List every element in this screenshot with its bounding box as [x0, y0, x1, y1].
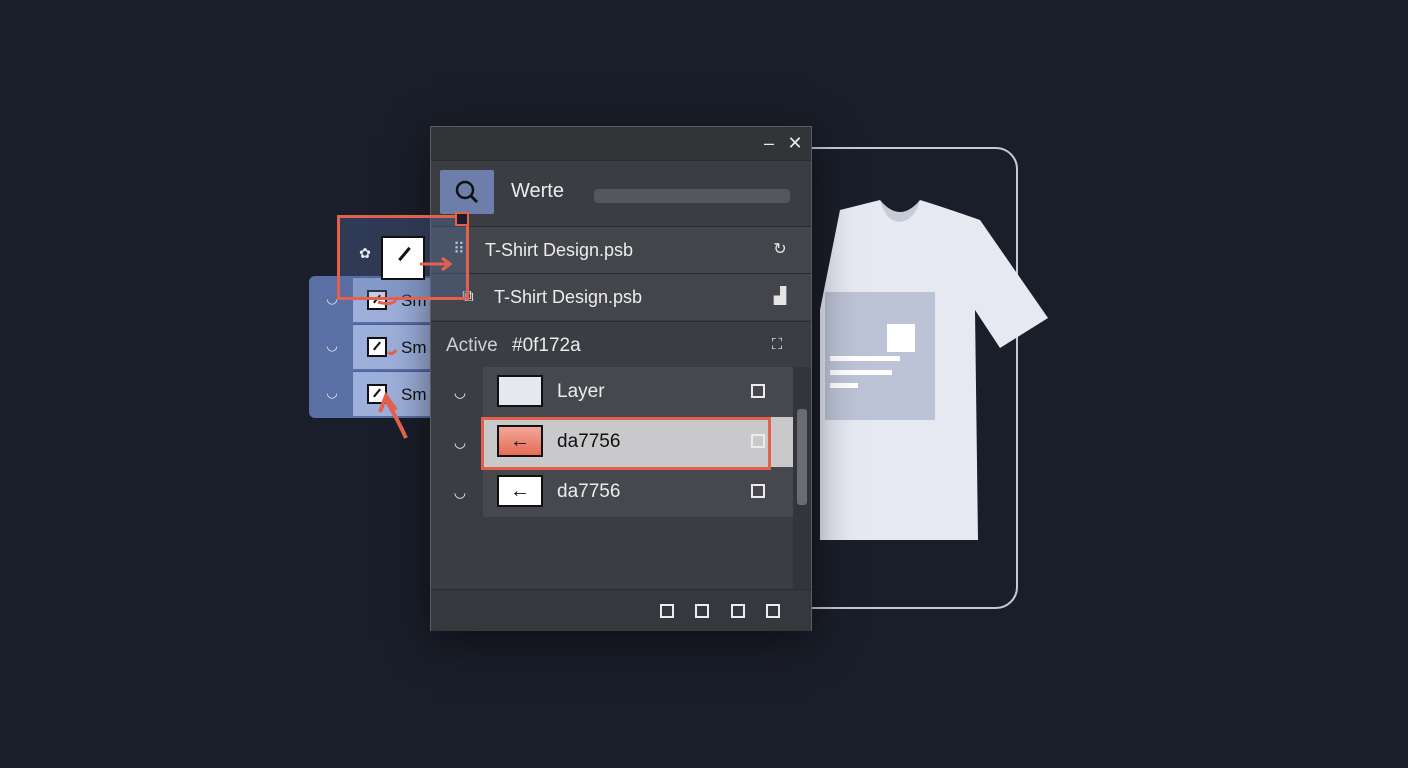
- annotation-arrows: [377, 256, 453, 439]
- cursor-arrow: [384, 398, 408, 439]
